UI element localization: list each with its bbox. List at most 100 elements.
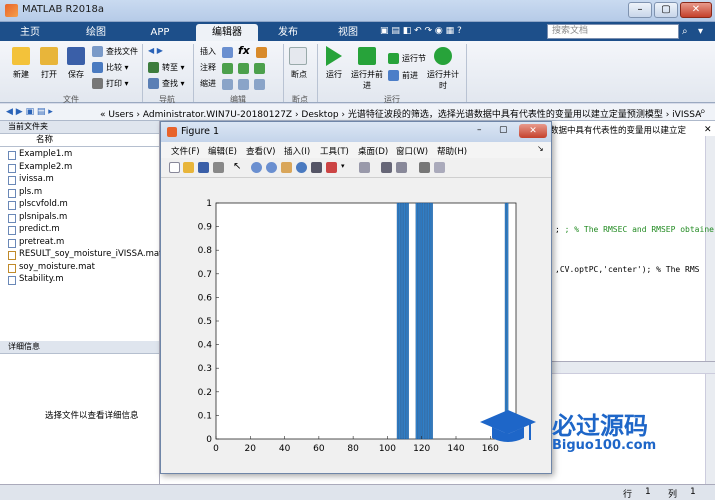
- brush-dropdown-icon[interactable]: ▾: [341, 162, 345, 170]
- new-figure-icon[interactable]: [169, 162, 180, 173]
- maximize-button[interactable]: ▢: [654, 2, 678, 18]
- m-file-icon: [8, 276, 16, 285]
- advance-button[interactable]: 前进: [388, 70, 418, 81]
- editor-close-icon[interactable]: ✕: [704, 125, 712, 135]
- list-item[interactable]: Example1.m: [0, 149, 159, 162]
- insert-section-icon[interactable]: [222, 47, 233, 58]
- run-time-icon[interactable]: [434, 47, 452, 65]
- print-figure-icon[interactable]: [213, 162, 224, 173]
- zoom-out-icon[interactable]: [266, 162, 277, 173]
- command-scrollbar[interactable]: [705, 374, 715, 485]
- list-item[interactable]: Stability.m: [0, 274, 159, 287]
- list-item[interactable]: Example2.m: [0, 162, 159, 175]
- address-bar[interactable]: ◀ ▶ ▣ ▤ ▸ « Users › Administrator.WIN7U-…: [0, 104, 715, 121]
- tab-view[interactable]: 视图: [328, 24, 368, 41]
- pan-icon[interactable]: [281, 162, 292, 173]
- run-time-button[interactable]: 运行并计时: [426, 69, 460, 91]
- hide-tools-icon[interactable]: [419, 162, 430, 173]
- menu-edit[interactable]: 编辑(E): [208, 145, 237, 157]
- new-icon[interactable]: [12, 47, 30, 65]
- search-input[interactable]: 搜索文档: [547, 24, 679, 39]
- path-search-icon[interactable]: ⌕: [700, 106, 706, 117]
- legend-icon[interactable]: [396, 162, 407, 173]
- list-item[interactable]: plscvfold.m: [0, 199, 159, 212]
- minimize-button[interactable]: –: [628, 2, 652, 18]
- save-figure-icon[interactable]: [198, 162, 209, 173]
- open-file-icon[interactable]: [183, 162, 194, 173]
- open-icon[interactable]: [40, 47, 58, 65]
- tab-apps[interactable]: APP: [140, 24, 180, 41]
- figure-minimize-button[interactable]: –: [477, 125, 482, 135]
- rotate-icon[interactable]: [296, 162, 307, 173]
- list-item[interactable]: soy_moisture.mat: [0, 262, 159, 275]
- editor-scrollbar[interactable]: [705, 136, 715, 361]
- menu-tools[interactable]: 工具(T): [320, 145, 349, 157]
- tab-home[interactable]: 主页: [10, 24, 50, 41]
- goto-button[interactable]: 转至 ▾: [148, 62, 185, 73]
- menu-insert[interactable]: 插入(I): [284, 145, 310, 157]
- run-advance-button[interactable]: 运行并前进: [350, 69, 384, 91]
- run-advance-icon[interactable]: [358, 47, 376, 65]
- smart-indent-icon[interactable]: [222, 79, 233, 90]
- find-button[interactable]: 查找 ▾: [148, 78, 185, 89]
- nav-buttons-icon[interactable]: ◀ ▶ ▣ ▤ ▸: [6, 107, 53, 117]
- compare-button[interactable]: 比较 ▾: [92, 62, 129, 73]
- x-tick-label: 20: [245, 444, 257, 454]
- list-item[interactable]: plsnipals.m: [0, 212, 159, 225]
- comment-button[interactable]: 注释: [200, 62, 216, 73]
- pointer-icon[interactable]: ↖: [233, 161, 241, 172]
- fx-icon[interactable]: fx: [238, 44, 250, 57]
- increase-indent-icon[interactable]: [238, 79, 249, 90]
- zoom-in-icon[interactable]: [251, 162, 262, 173]
- menu-help[interactable]: 帮助(H): [437, 145, 467, 157]
- figure-title-bar[interactable]: Figure 1 – ▢ ✕: [161, 122, 551, 142]
- percent-icon[interactable]: [222, 63, 233, 74]
- save-button[interactable]: 保存: [61, 69, 91, 80]
- nav-arrows-icon[interactable]: ◀ ▶: [148, 46, 163, 55]
- x-tick-label: 60: [313, 444, 325, 454]
- search-icon[interactable]: ⌕: [682, 26, 694, 38]
- decrease-indent-icon[interactable]: [254, 79, 265, 90]
- close-button[interactable]: ✕: [680, 2, 712, 18]
- list-item[interactable]: predict.m: [0, 224, 159, 237]
- brush-icon[interactable]: [326, 162, 337, 173]
- tab-publish[interactable]: 发布: [268, 24, 308, 41]
- breakpoint-icon[interactable]: [289, 47, 307, 65]
- data-cursor-icon[interactable]: [311, 162, 322, 173]
- colorbar-icon[interactable]: [381, 162, 392, 173]
- menu-desktop[interactable]: 桌面(D): [358, 145, 388, 157]
- list-item[interactable]: ivissa.m: [0, 174, 159, 187]
- find-files-button[interactable]: 查找文件: [92, 46, 138, 57]
- list-item[interactable]: pls.m: [0, 187, 159, 200]
- menu-window[interactable]: 窗口(W): [396, 145, 428, 157]
- wrap-comment-icon[interactable]: [254, 63, 265, 74]
- menu-dock-icon[interactable]: ↘: [537, 144, 544, 153]
- run-icon[interactable]: [326, 46, 342, 66]
- open-button[interactable]: 打开: [34, 69, 64, 80]
- breakpoint-button[interactable]: 断点: [284, 69, 314, 80]
- menu-file[interactable]: 文件(F): [171, 145, 200, 157]
- link-plot-icon[interactable]: [359, 162, 370, 173]
- ribbon-collapse-icon[interactable]: ▾: [698, 26, 710, 38]
- insert-function-icon[interactable]: [256, 47, 267, 58]
- name-column-header[interactable]: 名称: [0, 134, 159, 147]
- save-icon[interactable]: [67, 47, 85, 65]
- x-tick-label: 40: [279, 444, 291, 454]
- run-button[interactable]: 运行: [319, 69, 349, 80]
- list-item[interactable]: RESULT_soy_moisture_iVISSA.mat: [0, 249, 162, 262]
- figure-close-button[interactable]: ✕: [519, 124, 547, 138]
- menu-view[interactable]: 查看(V): [246, 145, 275, 157]
- run-section-button[interactable]: 运行节: [388, 53, 426, 64]
- indent-button[interactable]: 缩进: [200, 78, 216, 89]
- print-button[interactable]: 打印 ▾: [92, 78, 129, 89]
- uncomment-icon[interactable]: [238, 63, 249, 74]
- tab-editor[interactable]: 编辑器: [196, 24, 258, 41]
- figure-maximize-button[interactable]: ▢: [499, 125, 508, 135]
- tab-plots[interactable]: 绘图: [76, 24, 116, 41]
- current-path[interactable]: « Users › Administrator.WIN7U-20180127Z …: [100, 107, 701, 120]
- quick-access-toolbar[interactable]: ▣ ▤ ◧ ↶ ↷ ◉ ▦ ?: [380, 26, 540, 38]
- dock-tools-icon[interactable]: [434, 162, 445, 173]
- new-button[interactable]: 新建: [6, 69, 36, 80]
- insert-button[interactable]: 插入: [200, 46, 216, 57]
- list-item[interactable]: pretreat.m: [0, 237, 159, 250]
